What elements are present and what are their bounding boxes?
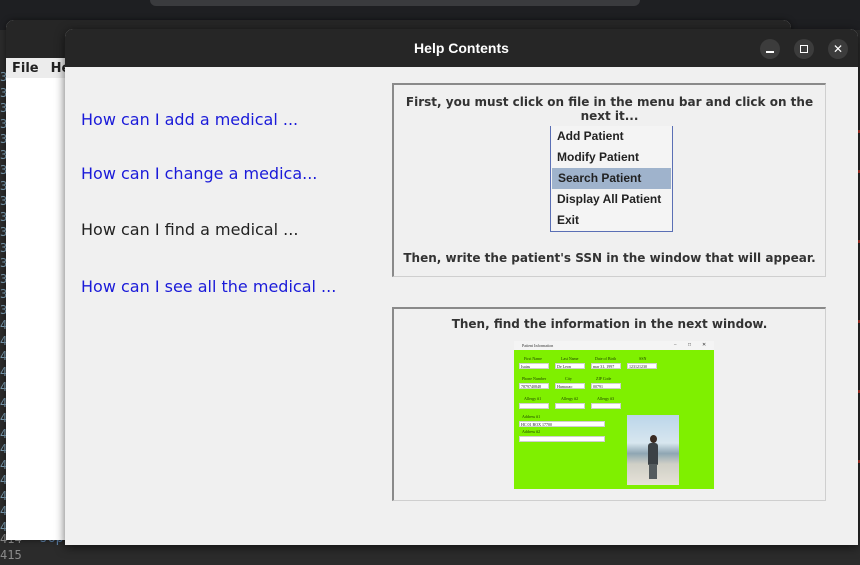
patient-form-titlebar: Patient Information – □ ✕	[514, 341, 714, 350]
help-step-panel-2: Then, find the information in the next w…	[392, 307, 826, 501]
allergy2-field	[555, 403, 585, 409]
topic-find-medical[interactable]: How can I find a medical ...	[81, 220, 298, 239]
topic-add-medical[interactable]: How can I add a medical ...	[81, 110, 298, 129]
menu-item: Modify Patient	[557, 150, 640, 164]
zip-field: 00791	[591, 383, 621, 389]
patient-photo	[627, 415, 679, 485]
step1-text: First, you must click on file in the men…	[405, 95, 814, 123]
label-city: City	[565, 376, 572, 381]
label-phone: Phone Number	[522, 376, 547, 381]
address1-field: HC 01 BOX 17700	[519, 421, 605, 427]
menu-item: Exit	[557, 213, 580, 227]
ssn-field: 123121230	[627, 363, 657, 369]
close-icon: ✕	[702, 343, 707, 348]
phone-field: 7879740848	[519, 383, 549, 389]
minimize-icon	[766, 51, 774, 53]
help-titlebar[interactable]: Help Contents ✕	[65, 29, 858, 67]
window-title: Help Contents	[414, 40, 509, 56]
topic-see-all-medical[interactable]: How can I see all the medical ...	[81, 277, 336, 296]
allergy1-field	[519, 403, 549, 409]
main-app-content	[6, 78, 66, 540]
label-dob: Date of Birth	[595, 356, 617, 361]
city-field: Humacao	[555, 383, 585, 389]
help-window: Help Contents ✕ How can I add a medical …	[65, 29, 858, 545]
label-ssn: SSN	[639, 356, 647, 361]
menu-item: Display All Patient	[557, 192, 662, 206]
first-name-field: Isaias	[519, 363, 549, 369]
label-zip: ZIP Code	[596, 376, 612, 381]
maximize-icon	[800, 45, 808, 53]
patient-form-screenshot: Patient Information – □ ✕ First Name Las…	[514, 341, 714, 489]
menu-item-selected: Search Patient	[552, 168, 671, 189]
maximize-button[interactable]	[794, 39, 814, 59]
menu-file[interactable]: File	[6, 61, 45, 76]
label-first-name: First Name	[524, 356, 542, 361]
label-address1: Address #1	[522, 414, 541, 419]
label-allergy2: Allergy #2	[561, 396, 579, 401]
step2-text: Then, write the patient's SSN in the win…	[403, 251, 816, 265]
patient-form-title: Patient Information	[522, 343, 554, 348]
close-button[interactable]: ✕	[828, 39, 848, 59]
dob-field: mar 31, 1997	[591, 363, 621, 369]
line-number: 415	[0, 548, 22, 562]
label-address2: Address #2	[522, 429, 541, 434]
allergy3-field	[591, 403, 621, 409]
help-step-panel-1: First, you must click on file in the men…	[392, 83, 826, 277]
minimize-button[interactable]	[760, 39, 780, 59]
label-allergy1: Allergy #1	[524, 396, 542, 401]
label-last-name: Last Name	[561, 356, 579, 361]
menu-item: Add Patient	[557, 129, 624, 143]
maximize-icon: □	[688, 343, 692, 348]
file-menu-screenshot: Add Patient Modify Patient Search Patien…	[550, 126, 673, 232]
last-name-field: De Leon	[555, 363, 585, 369]
ide-search-bar[interactable]	[150, 0, 640, 6]
address2-field	[519, 436, 605, 442]
close-icon: ✕	[832, 42, 844, 56]
step3-text: Then, find the information in the next w…	[451, 317, 768, 331]
topic-change-medical[interactable]: How can I change a medica...	[81, 164, 317, 183]
label-allergy3: Allergy #3	[597, 396, 615, 401]
minimize-icon: –	[674, 343, 677, 348]
